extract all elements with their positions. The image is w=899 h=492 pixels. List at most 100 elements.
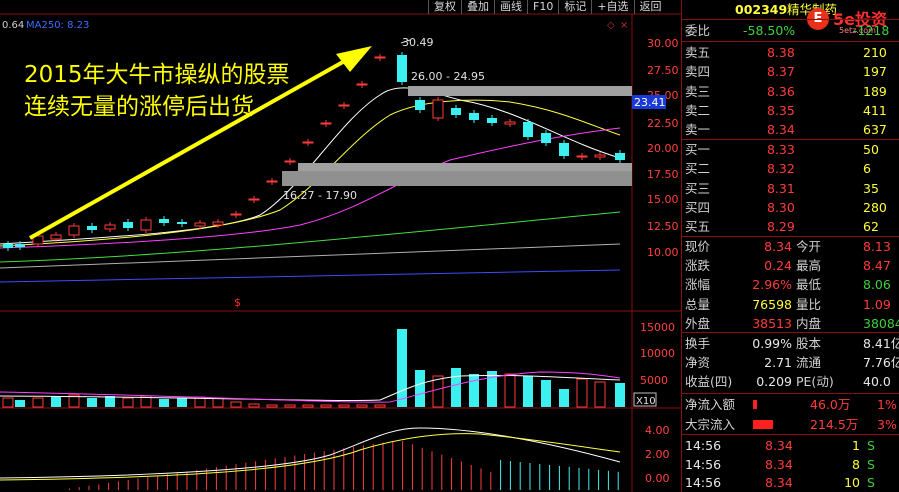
volume-bar-6 <box>105 396 115 407</box>
weicha-value: -1218 <box>853 23 890 38</box>
candle-body-33 <box>594 154 606 158</box>
high-label: 30.49 <box>402 36 434 49</box>
stat-label: 涨跌 <box>685 258 711 274</box>
volume-bar-34 <box>615 383 625 407</box>
trade-side: S <box>867 475 875 490</box>
order-label: 卖五 <box>685 45 711 60</box>
sell-orders-row-0: 卖五 8.38 210 <box>685 43 899 62</box>
stat-label: 总量 <box>685 296 711 312</box>
candle-body-28 <box>504 121 516 125</box>
price-tick-4: 20.00 <box>647 142 679 155</box>
price-tick-7: 12.50 <box>647 220 679 233</box>
volume-tick-2: 5000 <box>640 374 668 387</box>
flow-value: 46.0万 <box>810 397 851 412</box>
volume-bar-20 <box>356 404 368 408</box>
trade-volume: 8 <box>852 456 860 472</box>
trade-side: S <box>867 456 875 472</box>
flow-row-1: 大宗流入 214.5万 3% <box>685 415 899 434</box>
stat-row-1: 涨跌 0.24 最高 8.47 <box>685 256 899 275</box>
ma-line-3 <box>0 211 621 263</box>
stat-value: 0.209 <box>756 374 792 390</box>
volume-bar-5 <box>87 398 97 407</box>
stat-value-2: 1.09 <box>863 296 891 312</box>
order-price: 8.38 <box>767 45 795 60</box>
candle-body-15 <box>266 180 278 183</box>
stat-label: 现价 <box>685 239 711 254</box>
candle-body-32 <box>576 155 588 158</box>
stat-label-2: 最低 <box>796 277 822 293</box>
candle-body-18 <box>320 122 332 125</box>
order-price: 8.32 <box>767 161 795 177</box>
order-label: 卖三 <box>685 83 711 99</box>
sell-orders-row-3: 卖二 8.35 411 <box>685 101 899 120</box>
weibi-row: 委比 -58.50% -1218 <box>685 21 899 40</box>
resistance-band <box>408 86 632 96</box>
toolbar-button-0[interactable]: 复权 <box>428 0 461 14</box>
toolbar-button-3[interactable]: F10 <box>527 0 558 14</box>
price-tick-5: 17.50 <box>647 168 679 181</box>
ma-line-4 <box>0 243 621 269</box>
volume-bar-28 <box>504 373 516 408</box>
order-volume: 280 <box>863 199 887 215</box>
candle-body-23 <box>415 100 425 110</box>
price-tick-8: 10.00 <box>647 246 679 259</box>
buy-orders-row-4: 买五 8.29 62 <box>685 217 899 236</box>
expand-icon[interactable]: ◇ <box>607 20 615 31</box>
volume-tick-1: 10000 <box>640 347 675 360</box>
stat-row-2: 涨幅 2.96% 最低 8.06 <box>685 275 899 294</box>
trade-row-0: 14:56 8.34 1 S <box>685 436 899 455</box>
order-volume: 50 <box>863 142 879 157</box>
candle-body-14 <box>248 198 260 201</box>
stat-row-1: 净资 2.71 流通 7.76亿 <box>685 353 899 372</box>
candle-body-34 <box>615 153 625 160</box>
candle-body-13 <box>230 213 242 216</box>
close-icon[interactable]: × <box>620 20 628 31</box>
candle-body-22 <box>397 55 407 82</box>
candle-body-6 <box>104 224 116 230</box>
candle-body-26 <box>469 113 479 120</box>
buy-orders-row-3: 买四 8.30 280 <box>685 198 899 217</box>
volume-bar-3 <box>51 396 61 407</box>
candle-body-3 <box>50 234 62 240</box>
order-volume: 411 <box>863 102 887 118</box>
candle-body-17 <box>302 141 314 144</box>
toolbar-button-2[interactable]: 画线 <box>494 0 527 14</box>
volume-bar-25 <box>451 368 461 407</box>
order-label: 卖二 <box>685 102 711 118</box>
weibi-value: -58.50% <box>743 23 796 38</box>
top-toolbar: 复权 叠加 画线 F10 标记 +自选 返回 <box>428 0 667 14</box>
band-upper-label: 26.00 - 24.95 <box>411 70 485 83</box>
toolbar-button-4[interactable]: 标记 <box>558 0 591 14</box>
candle-body-12 <box>212 221 224 226</box>
volume-bar-14 <box>248 403 260 408</box>
volume-bar-19 <box>338 404 350 408</box>
ma-line-5 <box>0 269 621 283</box>
candle-body-4 <box>68 225 80 236</box>
price-tick-6: 15.00 <box>647 193 679 206</box>
order-price: 8.34 <box>767 122 795 138</box>
toolbar-button-6[interactable]: 返回 <box>633 0 667 14</box>
current-price-tag: 23.41 <box>634 96 666 109</box>
weibi-label: 委比 <box>685 23 711 38</box>
toolbar-button-1[interactable]: 叠加 <box>461 0 494 14</box>
support-band-lower <box>282 171 632 186</box>
volume-bar-10 <box>177 398 187 407</box>
trade-price: 8.34 <box>765 475 793 490</box>
macd-axis: 4.00 2.00 0.00 <box>645 424 670 485</box>
order-price: 8.37 <box>767 64 795 80</box>
candle-body-29 <box>523 122 533 137</box>
toolbar-button-5[interactable]: +自选 <box>591 0 633 14</box>
support-band-upper <box>298 163 632 171</box>
volume-bar-12 <box>212 397 224 408</box>
candle-body-25 <box>451 108 461 115</box>
stat-value: 0.24 <box>764 258 792 274</box>
stat-value-2: 7.76亿 <box>863 355 899 371</box>
volume-bar-2 <box>32 397 44 408</box>
trade-row-1: 14:56 8.34 8 S <box>685 455 899 474</box>
stat-value-2: 38084 <box>863 315 899 331</box>
candle-body-31 <box>559 143 569 156</box>
candle-body-27 <box>487 118 497 123</box>
flow-value: 214.5万 <box>810 416 859 432</box>
volume-bar-9 <box>159 399 169 407</box>
stat-value-2: 8.13 <box>863 239 891 254</box>
